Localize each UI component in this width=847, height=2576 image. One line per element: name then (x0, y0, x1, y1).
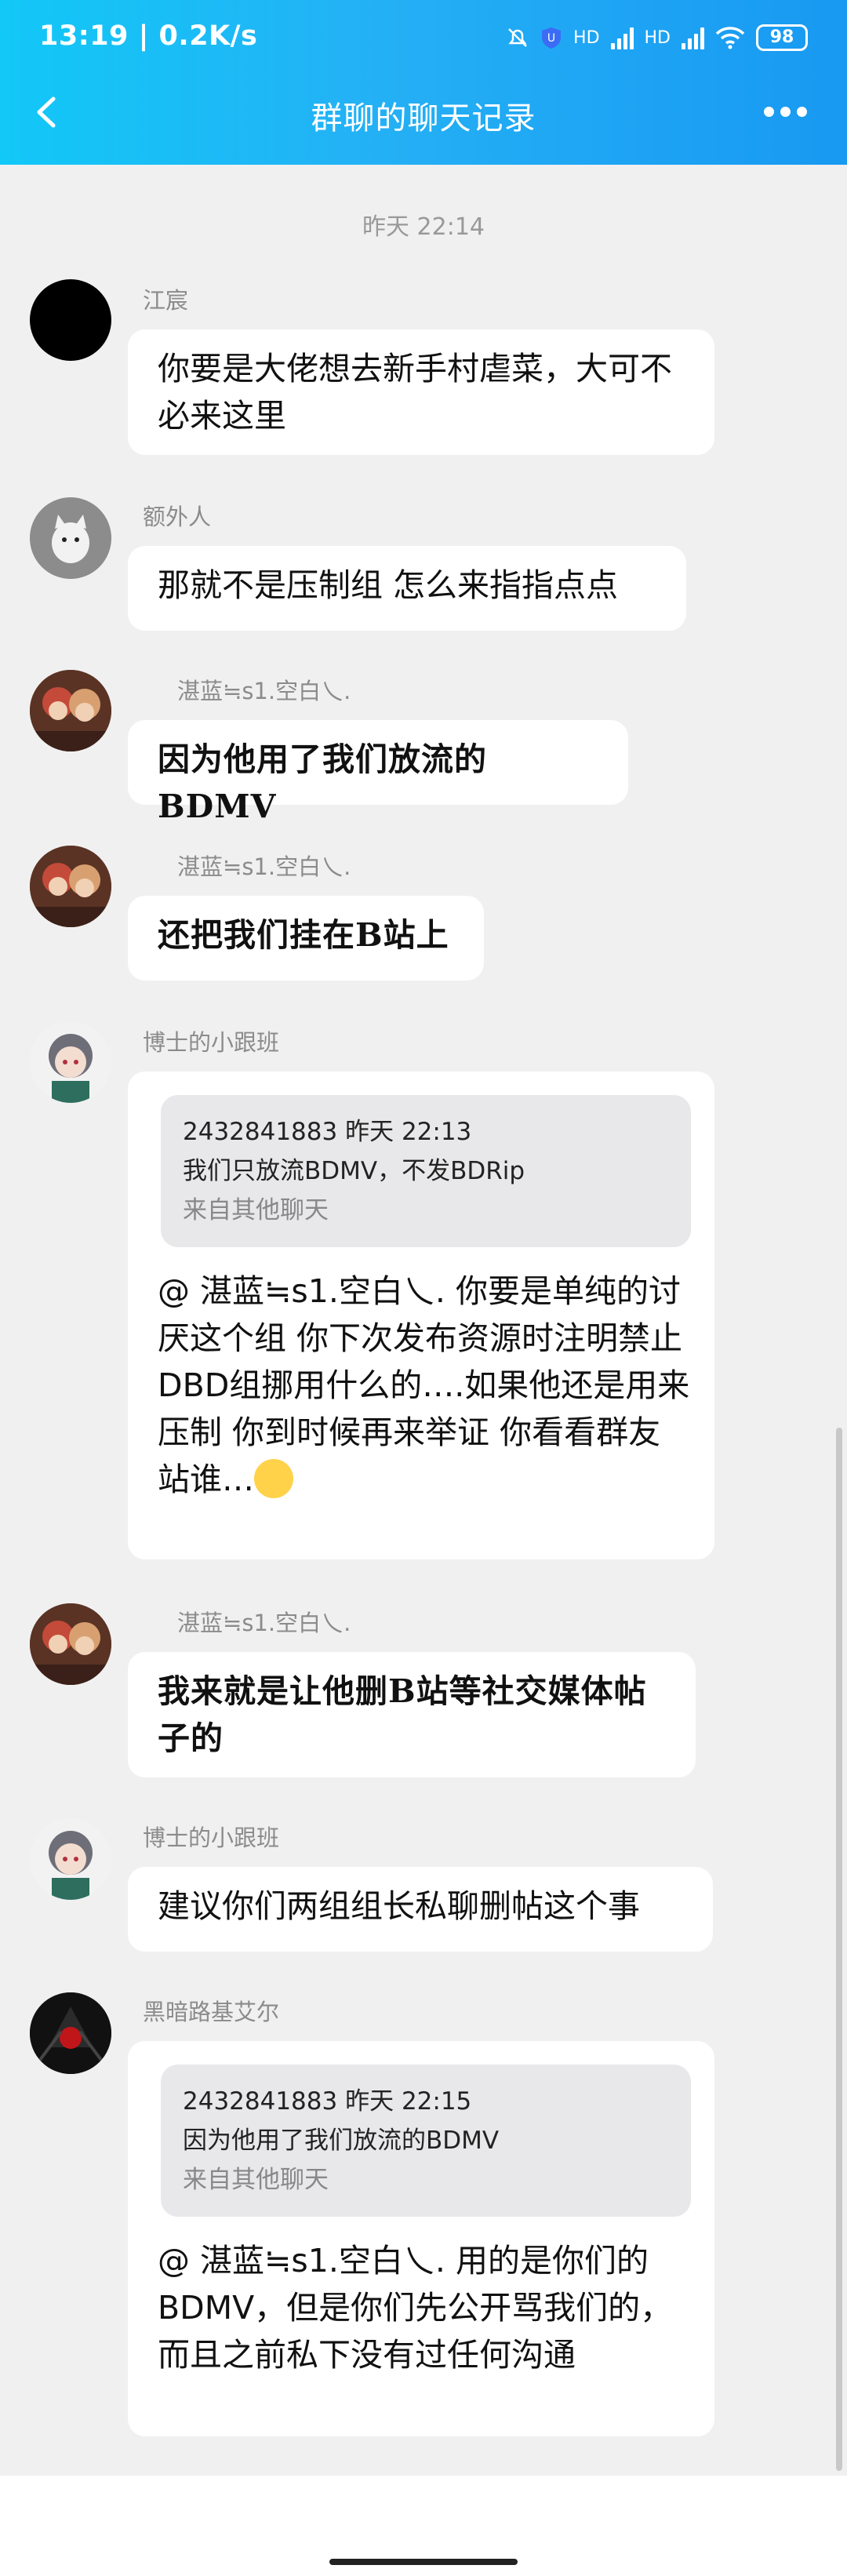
signal-icon-2 (682, 26, 704, 49)
quote-source: 来自其他聊天 (183, 1196, 329, 1224)
mute-icon (508, 28, 527, 47)
home-indicator[interactable] (329, 2559, 518, 2565)
dark-avatar-icon (30, 1992, 111, 2074)
quote-header: 2432841883 昨天 22:15 (183, 2087, 472, 2116)
message-bubble[interactable]: 那就不是压制组 怎么来指指点点 (128, 546, 686, 631)
anime-avatar-icon (30, 846, 111, 927)
anime-avatar-icon (30, 670, 111, 751)
more-icon[interactable] (764, 100, 814, 122)
sender-name: 黑暗路基艾尔 (143, 1999, 280, 2025)
network-label-1: HD (573, 27, 600, 48)
top-bar: 13:19 | 0.2K/s U HD HD 98 群聊的聊天记录 (0, 0, 847, 165)
avatar[interactable] (30, 1021, 111, 1103)
message-bubble[interactable]: 你要是大佬想去新手村虐菜，大可不必来这里 (128, 329, 714, 455)
status-icons: U HD HD 98 (506, 22, 808, 53)
quote-body: 因为他用了我们放流的BDMV (183, 2127, 500, 2155)
sender-name: 湛蓝≒s1.空白乀. (177, 1610, 351, 1636)
quoted-message[interactable]: 2432841883 昨天 22:15 因为他用了我们放流的BDMV 来自其他聊… (161, 2065, 691, 2217)
message-text: @ 湛蓝≒s1.空白乀. 你要是单纯的讨厌这个组 你下次发布资源时注明禁止DBD… (158, 1272, 690, 1498)
chat-timestamp: 昨天 22:14 (362, 213, 485, 241)
wifi-icon (715, 27, 745, 49)
page-title: 群聊的聊天记录 (311, 100, 536, 136)
scrollbar[interactable] (836, 1428, 842, 2471)
message-bubble[interactable]: 我来就是让他删B站等社交媒体帖子的 (128, 1652, 696, 1777)
status-time: 13:19 | 0.2K/s (39, 20, 258, 52)
message-bubble[interactable]: 2432841883 昨天 22:15 因为他用了我们放流的BDMV 来自其他聊… (128, 2041, 714, 2436)
shield-icon: U (542, 27, 562, 49)
message-text: @ 湛蓝≒s1.空白乀. 用的是你们的BDMV，但是你们先公开骂我们的，而且之前… (158, 2242, 673, 2374)
quote-source: 来自其他聊天 (183, 2166, 329, 2194)
sender-name: 湛蓝≒s1.空白乀. (177, 853, 351, 880)
avatar[interactable] (30, 1603, 111, 1685)
anime-avatar-icon (30, 1603, 111, 1685)
avatar[interactable] (30, 1992, 111, 2074)
avatar[interactable] (30, 1818, 111, 1900)
message-bubble[interactable]: 还把我们挂在B站上 (128, 896, 484, 981)
message-bubble[interactable]: 建议你们两组组长私聊删帖这个事 (128, 1867, 713, 1952)
sender-name: 额外人 (143, 504, 212, 530)
sender-name: 博士的小跟班 (143, 1029, 280, 1056)
sender-name: 江宸 (143, 287, 189, 314)
emoji-icon (254, 1459, 293, 1498)
avatar[interactable] (30, 670, 111, 751)
character-avatar-icon (30, 1021, 111, 1103)
avatar[interactable] (30, 846, 111, 927)
sender-name: 湛蓝≒s1.空白乀. (177, 678, 351, 704)
network-label-2: HD (644, 27, 671, 48)
sender-name: 博士的小跟班 (143, 1825, 280, 1851)
avatar[interactable] (30, 279, 111, 361)
battery-icon: 98 (756, 24, 808, 51)
svg-text:U: U (547, 32, 555, 45)
cat-avatar-icon (30, 497, 111, 579)
quote-header: 2432841883 昨天 22:13 (183, 1118, 472, 1146)
message-bubble[interactable]: 因为他用了我们放流的BDMV (128, 720, 628, 825)
quote-body: 我们只放流BDMV，不发BDRip (183, 1157, 525, 1185)
signal-icon (610, 26, 634, 49)
quoted-message[interactable]: 2432841883 昨天 22:13 我们只放流BDMV，不发BDRip 来自… (161, 1095, 691, 1247)
character-avatar-icon (30, 1818, 111, 1900)
message-bubble[interactable]: 2432841883 昨天 22:13 我们只放流BDMV，不发BDRip 来自… (128, 1072, 714, 1559)
avatar[interactable] (30, 497, 111, 579)
